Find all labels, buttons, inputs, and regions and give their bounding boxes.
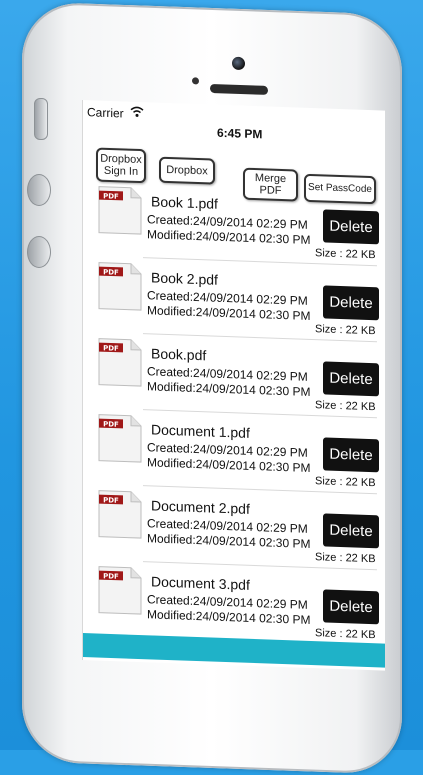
pdf-file-icon: PDF [97, 489, 143, 541]
pdf-badge-label: PDF [103, 192, 119, 201]
file-size: Size : 22 KB [315, 627, 376, 641]
front-camera [232, 57, 245, 70]
delete-button[interactable]: Delete [323, 437, 379, 472]
carrier-label: Carrier [87, 105, 124, 120]
list-item[interactable]: PDF Document 1.pdf Created:24/09/2014 02… [83, 408, 385, 495]
list-item[interactable]: PDF Document 3.pdf Created:24/09/2014 02… [83, 560, 385, 647]
delete-button[interactable]: Delete [323, 285, 379, 320]
file-name: Document 2.pdf [151, 497, 250, 516]
list-item[interactable]: PDF Book 1.pdf Created:24/09/2014 02:29 … [83, 180, 385, 267]
app-screen: Carrier 6:45 PM Dropbox Sign In Dropbox … [82, 100, 385, 671]
wifi-icon [130, 106, 144, 118]
delete-button[interactable]: Delete [323, 513, 379, 548]
dropbox-button[interactable]: Dropbox [159, 157, 215, 185]
volume-down-button [27, 236, 51, 268]
pdf-badge-label: PDF [103, 572, 119, 581]
dropbox-sign-in-line2: Sign In [104, 165, 138, 178]
file-name: Document 3.pdf [151, 573, 250, 592]
pdf-file-icon: PDF [97, 261, 143, 313]
list-item[interactable]: PDF Book.pdf Created:24/09/2014 02:29 PM… [83, 332, 385, 419]
file-size: Size : 22 KB [315, 551, 376, 565]
pdf-file-icon: PDF [97, 413, 143, 465]
file-size: Size : 22 KB [315, 323, 376, 337]
file-name: Document 1.pdf [151, 421, 250, 440]
file-size: Size : 22 KB [315, 475, 376, 489]
file-size: Size : 22 KB [315, 247, 376, 261]
merge-pdf-line1: Merge [255, 172, 286, 185]
pdf-file-icon: PDF [97, 565, 143, 617]
pdf-badge-label: PDF [103, 268, 119, 277]
pdf-badge-label: PDF [103, 496, 119, 505]
delete-button[interactable]: Delete [323, 589, 379, 624]
delete-button[interactable]: Delete [323, 209, 379, 244]
dropbox-button-label: Dropbox [166, 164, 208, 177]
file-name: Book 2.pdf [151, 269, 218, 287]
toolbar: Dropbox Sign In Dropbox Merge PDF Set Pa… [83, 122, 385, 187]
pdf-file-icon: PDF [97, 185, 143, 237]
mute-switch [34, 98, 48, 140]
file-size: Size : 22 KB [315, 399, 376, 413]
pdf-file-icon: PDF [97, 337, 143, 389]
file-name: Book 1.pdf [151, 193, 218, 211]
earpiece-speaker [210, 84, 268, 95]
file-name: Book.pdf [151, 345, 206, 363]
dropbox-sign-in-button[interactable]: Dropbox Sign In [96, 147, 146, 183]
pdf-badge-label: PDF [103, 344, 119, 353]
delete-button[interactable]: Delete [323, 361, 379, 396]
pdf-badge-label: PDF [103, 420, 119, 429]
list-item[interactable]: PDF Book 2.pdf Created:24/09/2014 02:29 … [83, 256, 385, 343]
proximity-sensor [192, 77, 199, 84]
list-item[interactable]: PDF Document 2.pdf Created:24/09/2014 02… [83, 484, 385, 571]
volume-up-button [27, 174, 51, 206]
